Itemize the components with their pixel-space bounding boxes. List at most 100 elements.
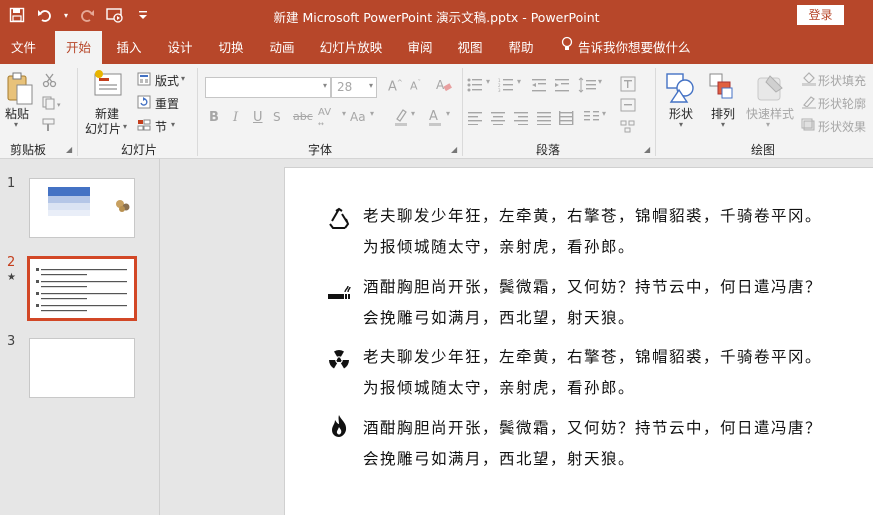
font-color-icon[interactable]: A xyxy=(428,108,442,130)
shape-fill-icon[interactable] xyxy=(801,72,817,89)
numbering-icon[interactable]: 123 xyxy=(498,78,518,95)
slide-text-line[interactable]: 会挽雕弓如满月，西北望，射天狼。 xyxy=(363,303,635,334)
paste-icon[interactable] xyxy=(6,72,34,109)
distributed-icon[interactable] xyxy=(559,111,575,128)
slide-text-line[interactable]: 为报倾城随太守，亲射虎，看孙郎。 xyxy=(363,232,635,263)
layout-icon[interactable] xyxy=(137,72,151,89)
align-text-icon[interactable] xyxy=(620,98,636,115)
bullets-icon[interactable] xyxy=(467,78,487,95)
clipboard-launcher-icon[interactable]: ◢ xyxy=(66,145,72,154)
reset-icon[interactable] xyxy=(137,95,151,112)
slide-thumbnail-1[interactable] xyxy=(29,178,135,238)
increase-font-icon[interactable]: A^ xyxy=(388,79,403,94)
ribbon-tabs: 文件 开始 插入 设计 切换 动画 幻灯片放映 审阅 视图 帮助 告诉我你想要做… xyxy=(0,31,873,64)
font-name-input[interactable]: ▾ xyxy=(205,77,331,98)
arrange-icon[interactable] xyxy=(708,72,736,105)
font-group-label: 字体 xyxy=(307,143,332,157)
shape-effects-icon[interactable] xyxy=(801,118,817,135)
shadow-icon[interactable]: S xyxy=(273,110,281,124)
shape-outline-icon[interactable] xyxy=(801,95,817,112)
italic-icon[interactable]: I xyxy=(233,110,238,125)
slide-number: 2 xyxy=(7,255,16,270)
shape-effects-button[interactable]: 形状效果 xyxy=(818,118,866,135)
new-slide-icon[interactable] xyxy=(93,70,123,103)
convert-smartart-icon[interactable] xyxy=(620,120,636,137)
align-center-icon[interactable] xyxy=(491,111,507,128)
slide-text-line[interactable]: 酒酣胸胆尚开张，鬓微霜，又何妨？持节云中，何日遣冯唐？ xyxy=(363,413,822,444)
shapes-icon[interactable] xyxy=(665,72,695,107)
justify-icon[interactable] xyxy=(537,111,553,128)
font-name-dropdown-icon[interactable]: ▾ xyxy=(323,81,327,90)
increase-indent-icon[interactable] xyxy=(555,78,571,95)
decrease-indent-icon[interactable] xyxy=(532,78,548,95)
new-slide-dropdown-icon[interactable]: ▾ xyxy=(123,122,127,131)
slide-canvas[interactable]: 老夫聊发少年狂，左牵黄，右擎苍，锦帽貂裘，千骑卷平冈。 为报倾城随太守，亲射虎，… xyxy=(284,167,873,515)
arrange-dropdown-icon[interactable]: ▾ xyxy=(721,120,725,129)
font-size-input[interactable]: 28 ▾ xyxy=(331,77,377,98)
slide-thumbnail-3[interactable] xyxy=(29,338,135,398)
change-case-dropdown-icon[interactable]: ▾ xyxy=(370,109,374,118)
format-painter-icon[interactable] xyxy=(42,118,58,135)
quick-styles-icon[interactable] xyxy=(756,72,786,105)
slide-thumbnail-2[interactable] xyxy=(27,256,137,321)
change-case-icon[interactable]: Aa xyxy=(350,110,366,124)
paragraph-launcher-icon[interactable]: ◢ xyxy=(644,145,650,154)
highlight-dropdown-icon[interactable]: ▾ xyxy=(411,109,415,118)
section-icon[interactable] xyxy=(137,118,151,135)
clear-formatting-icon[interactable]: A xyxy=(436,77,452,97)
ribbon-separator xyxy=(197,68,198,156)
decrease-font-icon[interactable]: Aˇ xyxy=(410,79,421,93)
tab-file[interactable]: 文件 xyxy=(0,31,47,64)
tab-transitions[interactable]: 切换 xyxy=(208,31,254,64)
numbering-dropdown-icon[interactable]: ▾ xyxy=(517,77,521,86)
tab-slideshow[interactable]: 幻灯片放映 xyxy=(312,31,390,64)
section-dropdown-icon[interactable]: ▾ xyxy=(171,120,175,129)
tab-design[interactable]: 设计 xyxy=(157,31,203,64)
columns-dropdown-icon[interactable]: ▾ xyxy=(602,109,606,118)
reset-button[interactable]: 重置 xyxy=(155,95,179,112)
slide-text-line[interactable]: 酒酣胸胆尚开张，鬓微霜，又何妨？持节云中，何日遣冯唐？ xyxy=(363,272,822,303)
cut-icon[interactable] xyxy=(42,72,58,91)
bullets-dropdown-icon[interactable]: ▾ xyxy=(486,77,490,86)
tab-help[interactable]: 帮助 xyxy=(498,31,544,64)
shape-outline-button[interactable]: 形状轮廓 xyxy=(818,95,866,112)
character-spacing-icon[interactable]: AV ↔ xyxy=(318,107,331,129)
font-color-dropdown-icon[interactable]: ▾ xyxy=(446,109,450,118)
tab-review[interactable]: 审阅 xyxy=(397,31,443,64)
slide-text-line[interactable]: 老夫聊发少年狂，左牵黄，右擎苍，锦帽貂裘，千骑卷平冈。 xyxy=(363,342,822,373)
tab-animations[interactable]: 动画 xyxy=(259,31,305,64)
bold-icon[interactable]: B xyxy=(209,110,219,125)
quick-styles-dropdown-icon[interactable]: ▾ xyxy=(766,120,770,129)
section-button[interactable]: 节 xyxy=(155,118,167,135)
slide-animation-star-icon: ★ xyxy=(7,272,16,283)
align-right-icon[interactable] xyxy=(514,111,530,128)
slide-text-line[interactable]: 为报倾城随太守，亲射虎，看孙郎。 xyxy=(363,373,635,404)
highlight-icon[interactable] xyxy=(393,108,409,130)
svg-text:3: 3 xyxy=(498,88,501,92)
font-size-dropdown-icon[interactable]: ▾ xyxy=(369,81,373,90)
line-spacing-dropdown-icon[interactable]: ▾ xyxy=(598,77,602,86)
character-spacing-dropdown-icon[interactable]: ▾ xyxy=(342,109,346,118)
shape-fill-button[interactable]: 形状填充 xyxy=(818,72,866,89)
paste-dropdown-icon[interactable]: ▾ xyxy=(14,120,18,129)
layout-dropdown-icon[interactable]: ▾ xyxy=(181,74,185,83)
tab-view[interactable]: 视图 xyxy=(447,31,493,64)
no-smoking-icon xyxy=(327,279,351,303)
line-spacing-icon[interactable] xyxy=(578,77,598,96)
copy-icon[interactable]: ▾ xyxy=(42,96,64,113)
slide-text-line[interactable]: 会挽雕弓如满月，西北望，射天狼。 xyxy=(363,444,635,475)
strikethrough-icon[interactable]: abc xyxy=(293,110,313,123)
align-left-icon[interactable] xyxy=(468,111,484,128)
font-launcher-icon[interactable]: ◢ xyxy=(451,145,457,154)
tab-insert[interactable]: 插入 xyxy=(106,31,152,64)
slide-text-line[interactable]: 老夫聊发少年狂，左牵黄，右擎苍，锦帽貂裘，千骑卷平冈。 xyxy=(363,201,822,232)
layout-button[interactable]: 版式 xyxy=(155,72,179,89)
new-slide-dropdown[interactable]: 幻灯片 xyxy=(85,120,121,137)
shapes-dropdown-icon[interactable]: ▾ xyxy=(679,120,683,129)
text-direction-icon[interactable] xyxy=(620,76,636,95)
underline-icon[interactable]: U xyxy=(253,110,263,125)
columns-icon[interactable] xyxy=(584,110,600,129)
tab-home[interactable]: 开始 xyxy=(55,31,102,64)
tell-me-box[interactable]: 告诉我你想要做什么 xyxy=(560,31,691,64)
login-button[interactable]: 登录 xyxy=(797,5,844,25)
